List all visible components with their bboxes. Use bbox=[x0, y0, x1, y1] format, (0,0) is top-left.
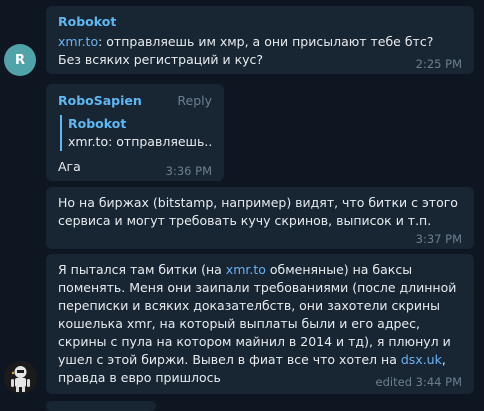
message-text: Я пытался там битки (на xmr.to обменяные… bbox=[58, 261, 462, 387]
message-bubble-partial[interactable] bbox=[46, 401, 156, 411]
avatar[interactable] bbox=[4, 361, 37, 394]
avatar[interactable]: R bbox=[4, 44, 36, 76]
message-link[interactable]: xmr.to bbox=[58, 34, 98, 49]
message-time: 2:25 PM bbox=[415, 57, 462, 71]
message-text-body: Я пытался там битки (на bbox=[58, 262, 226, 277]
message-text: xmr.to: отправляешь им хмр, а они присыл… bbox=[58, 33, 458, 69]
avatar-letter: R bbox=[14, 52, 25, 68]
message-time: 3:36 PM bbox=[165, 164, 212, 178]
message-link[interactable]: dsx.uk bbox=[401, 352, 442, 367]
chat-history: Robokot xmr.to: отправляешь им хмр, а он… bbox=[0, 0, 484, 411]
message-text: Но на биржах (bitstamp, например) видят,… bbox=[58, 195, 458, 228]
sender-name[interactable]: Robokot bbox=[58, 14, 116, 29]
message-bubble-robosapien[interactable]: RoboSapien Reply Robokot xmr.to: отправл… bbox=[46, 84, 224, 181]
message-bubble-robokot[interactable]: Robokot xmr.to: отправляешь им хмр, а он… bbox=[46, 6, 474, 74]
message-time: 3:37 PM bbox=[415, 232, 462, 246]
message-text-body: : отправляешь им хмр, а они присылают те… bbox=[58, 34, 434, 67]
reply-quote[interactable]: Robokot xmr.to: отправляешь... bbox=[60, 115, 212, 151]
robot-avatar-icon bbox=[4, 361, 37, 394]
message-text: Ага bbox=[58, 159, 81, 174]
message-bubble[interactable]: Но на биржах (bitstamp, например) видят,… bbox=[46, 187, 474, 249]
sender-name[interactable]: RoboSapien bbox=[58, 93, 142, 108]
reply-button[interactable]: Reply bbox=[177, 93, 212, 108]
message-text-body: обменяные) на баксы поменять. Меня они з… bbox=[58, 262, 457, 367]
quote-text: xmr.to: отправляешь... bbox=[68, 134, 212, 149]
quote-author: Robokot bbox=[68, 116, 127, 131]
message-link[interactable]: xmr.to bbox=[226, 262, 266, 277]
message-bubble[interactable]: Я пытался там битки (на xmr.to обменяные… bbox=[46, 254, 474, 394]
message-time: edited 3:44 PM bbox=[375, 375, 462, 389]
